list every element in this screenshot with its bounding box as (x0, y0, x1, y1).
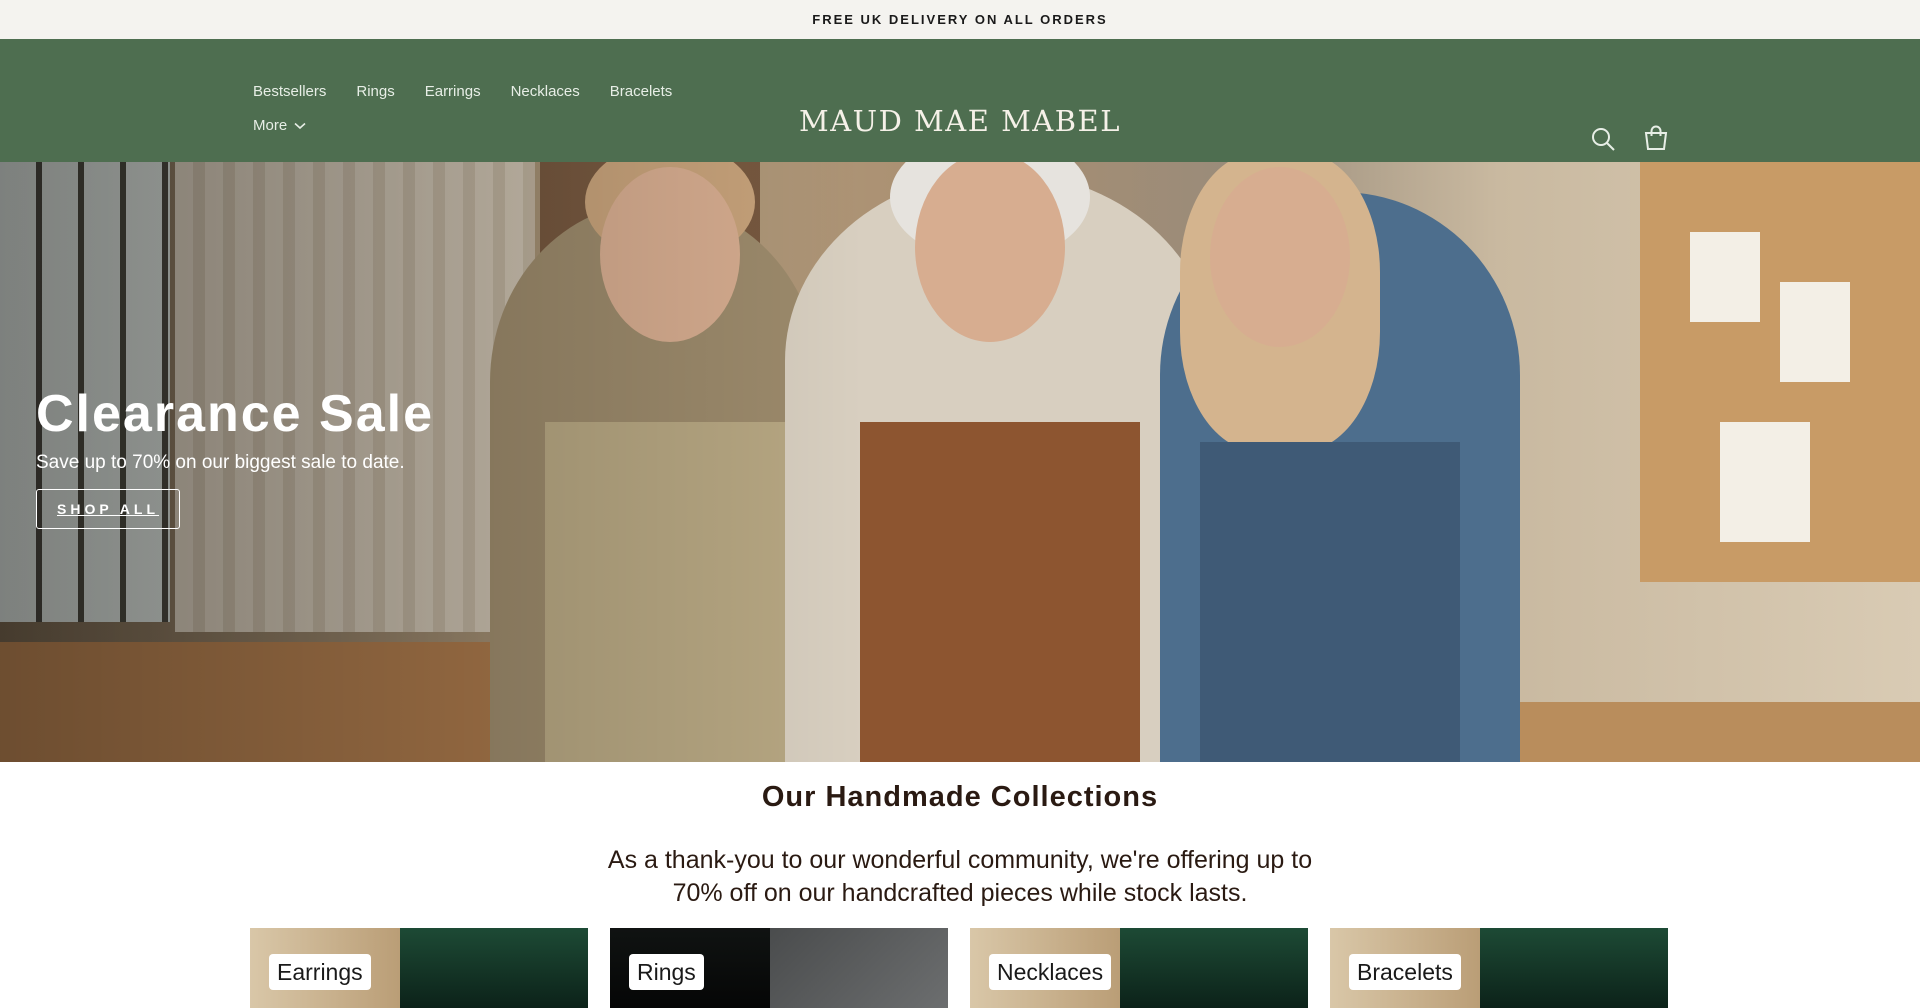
card-image (770, 928, 948, 1008)
hero-content: Clearance Sale Save up to 70% on our big… (36, 384, 434, 529)
site-header: Bestsellers Rings Earrings Necklaces Bra… (0, 39, 1920, 162)
card-image-box (1120, 928, 1308, 1008)
card-image-box (400, 928, 588, 1008)
collection-card-rings[interactable]: Rings (610, 928, 948, 1008)
announcement-bar: FREE UK DELIVERY ON ALL ORDERS (0, 0, 1920, 39)
collections-text: As a thank-you to our wonderful communit… (607, 846, 1313, 907)
collection-card-label: Earrings (269, 954, 371, 990)
hero-banner: Clearance Sale Save up to 70% on our big… (0, 162, 1920, 762)
shop-all-button[interactable]: SHOP ALL (36, 489, 181, 529)
hero-title: Clearance Sale (36, 385, 435, 443)
hero-subtitle: Save up to 70% on our biggest sale to da… (36, 452, 405, 473)
collection-card-label: Bracelets (1349, 954, 1461, 990)
card-image-box (1480, 928, 1668, 1008)
collection-card-earrings[interactable]: Earrings (250, 928, 588, 1008)
search-icon (1592, 128, 1615, 151)
collection-card-label: Rings (629, 954, 704, 990)
collections-section: Our Handmade Collections As a thank-you … (0, 780, 1920, 910)
site-logo[interactable]: MAUD MAE MABEL (0, 104, 1920, 138)
collection-card-bracelets[interactable]: Bracelets (1330, 928, 1668, 1008)
search-button[interactable] (1590, 126, 1616, 152)
collection-card-label: Necklaces (989, 954, 1112, 990)
collections-title: Our Handmade Collections (761, 781, 1159, 813)
announcement-text: FREE UK DELIVERY ON ALL ORDERS (812, 12, 1108, 27)
collection-cards: Earrings Rings Necklaces Bracelets (250, 928, 1668, 1008)
cart-button[interactable] (1643, 125, 1669, 151)
cart-icon (1644, 125, 1668, 150)
collection-card-necklaces[interactable]: Necklaces (970, 928, 1308, 1008)
